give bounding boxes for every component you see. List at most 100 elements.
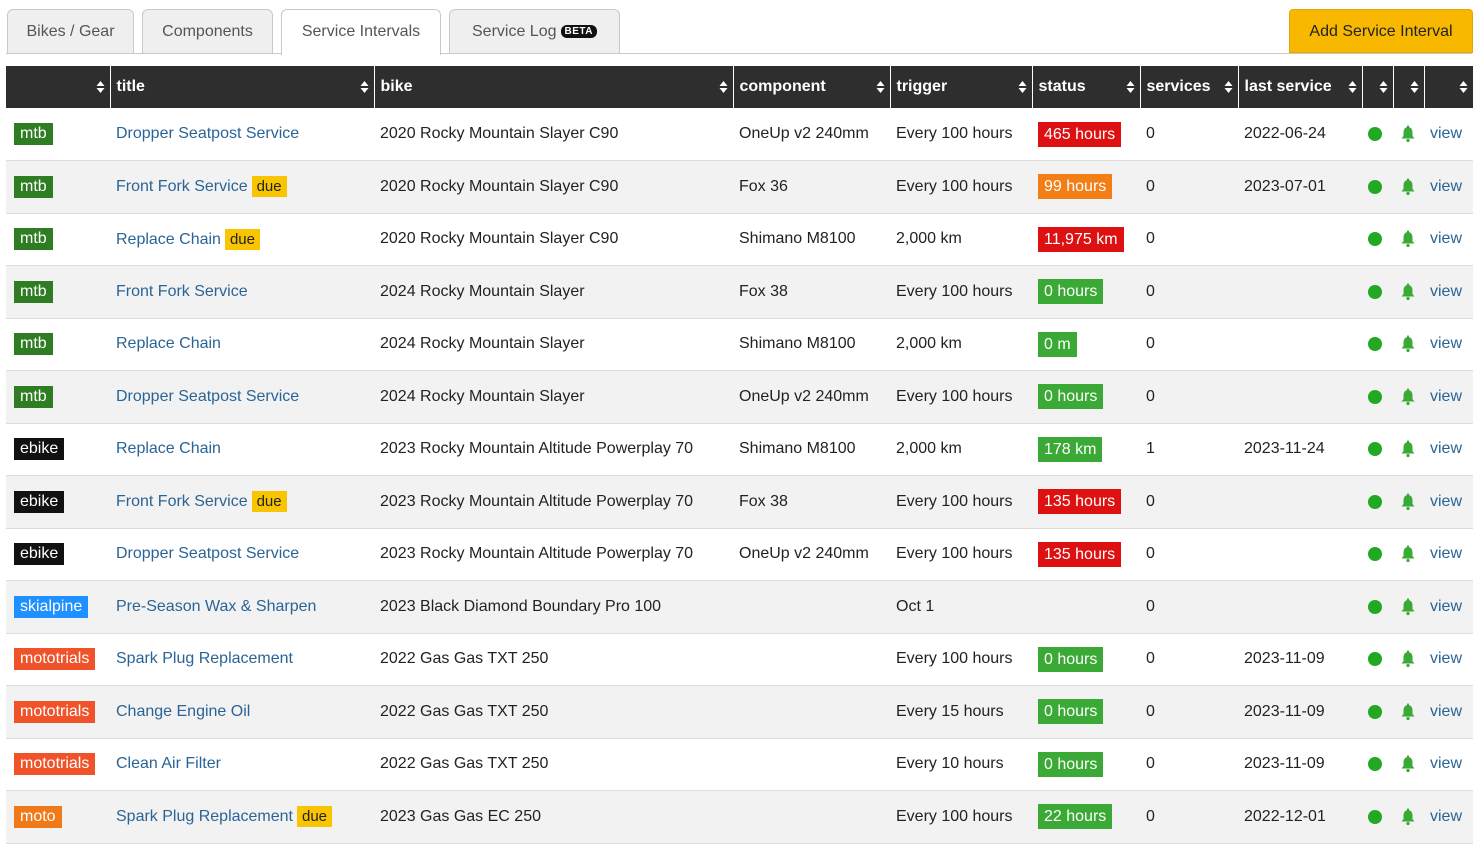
col-header-trigger[interactable]: trigger: [890, 66, 1033, 108]
bell-icon[interactable]: [1399, 230, 1417, 248]
bike-cell: 2024 Rocky Mountain Slayer: [380, 282, 585, 300]
tab-label: Components: [162, 23, 253, 40]
action-cell: view: [1424, 581, 1473, 634]
bell-icon[interactable]: [1399, 178, 1417, 196]
col-header-last-service[interactable]: last service: [1238, 66, 1363, 108]
title-cell: Front Fork Service due: [110, 476, 374, 529]
tab-service-log[interactable]: Service Log BETA: [449, 9, 620, 53]
interval-title-link[interactable]: Change Engine Oil: [116, 703, 250, 720]
col-header-type[interactable]: [6, 66, 111, 108]
interval-title-link[interactable]: Front Fork Service: [116, 493, 248, 510]
col-header-status[interactable]: status: [1032, 66, 1141, 108]
state-cell: [1362, 791, 1393, 844]
view-link[interactable]: view: [1430, 335, 1462, 352]
services-cell: 0: [1146, 282, 1155, 300]
action-cell: view: [1424, 266, 1473, 319]
view-link[interactable]: view: [1430, 125, 1462, 142]
view-link[interactable]: view: [1430, 755, 1462, 772]
last-service-cell: 2023-11-09: [1244, 755, 1325, 773]
notify-cell: [1393, 528, 1424, 581]
view-link[interactable]: view: [1430, 545, 1462, 562]
type-cell: ebike: [6, 528, 110, 581]
component-cell: [733, 633, 890, 686]
bell-icon[interactable]: [1399, 650, 1417, 668]
bell-icon[interactable]: [1399, 703, 1417, 721]
bell-icon[interactable]: [1399, 335, 1417, 353]
bike-cell: 2023 Rocky Mountain Altitude Powerplay 7…: [380, 545, 694, 563]
tab-bikes-gear[interactable]: Bikes / Gear: [7, 9, 134, 53]
view-link[interactable]: view: [1430, 650, 1462, 667]
view-link[interactable]: view: [1430, 230, 1462, 247]
interval-title-link[interactable]: Front Fork Service: [116, 283, 248, 300]
view-link[interactable]: view: [1430, 388, 1462, 405]
status-dot-icon: [1368, 442, 1382, 457]
tab-service-intervals[interactable]: Service Intervals: [281, 9, 441, 55]
bell-icon[interactable]: [1399, 598, 1417, 616]
state-cell: [1362, 686, 1393, 739]
component-cell: [733, 686, 890, 739]
interval-title-link[interactable]: Spark Plug Replacement: [116, 650, 293, 667]
col-header-component[interactable]: component: [733, 66, 891, 108]
view-link[interactable]: view: [1430, 178, 1462, 195]
table-row: ebike Front Fork Service due 2023 Rocky Mou…: [6, 475, 1473, 529]
tab-components[interactable]: Components: [142, 9, 273, 53]
interval-title-link[interactable]: Spark Plug Replacement: [116, 808, 293, 825]
view-link[interactable]: view: [1430, 493, 1462, 510]
view-link[interactable]: view: [1430, 283, 1462, 300]
view-link[interactable]: view: [1430, 703, 1462, 720]
component-cell: Fox 38: [739, 492, 788, 510]
notify-cell: [1393, 161, 1424, 214]
view-link[interactable]: view: [1430, 808, 1462, 825]
col-header-notify[interactable]: [1393, 66, 1425, 108]
bell-icon[interactable]: [1399, 545, 1417, 563]
col-header-title[interactable]: title: [110, 66, 375, 108]
bell-icon[interactable]: [1399, 755, 1417, 773]
services-cell: 0: [1146, 650, 1155, 668]
services-cell: 0: [1146, 125, 1155, 142]
action-cell: view: [1424, 318, 1473, 371]
notify-cell: [1393, 371, 1424, 424]
bell-icon[interactable]: [1399, 493, 1417, 511]
col-header-action[interactable]: [1424, 66, 1473, 108]
interval-title-link[interactable]: Clean Air Filter: [116, 755, 221, 772]
title-cell: Change Engine Oil: [110, 686, 374, 739]
bell-icon[interactable]: [1399, 808, 1417, 826]
bell-icon[interactable]: [1399, 125, 1417, 143]
status-cell: 135 hours: [1032, 476, 1140, 529]
status-cell: 178 km: [1032, 423, 1140, 476]
status-badge: 11,975 km: [1038, 226, 1124, 252]
col-header-state[interactable]: [1362, 66, 1394, 108]
type-badge: mtb: [14, 385, 53, 408]
col-header-bike[interactable]: bike: [374, 66, 734, 108]
bell-icon[interactable]: [1399, 388, 1417, 406]
last-service-cell: 2022-12-01: [1244, 807, 1326, 825]
title-cell: Dropper Seatpost Service: [110, 371, 374, 424]
title-cell: Pre-Season Wax & Sharpen: [110, 581, 374, 634]
interval-title-link[interactable]: Dropper Seatpost Service: [116, 545, 299, 562]
title-cell: Replace Chain due: [110, 213, 374, 266]
action-cell: view: [1424, 108, 1473, 161]
type-badge: mtb: [14, 228, 53, 251]
interval-title-link[interactable]: Replace Chain: [116, 335, 221, 352]
type-cell: mtb: [6, 266, 110, 319]
state-cell: [1362, 213, 1393, 266]
interval-title-link[interactable]: Front Fork Service: [116, 178, 248, 195]
status-badge: 178 km: [1038, 436, 1103, 462]
status-dot-icon: [1368, 704, 1382, 719]
bell-icon[interactable]: [1399, 440, 1417, 458]
view-link[interactable]: view: [1430, 598, 1462, 615]
action-cell: view: [1424, 213, 1473, 266]
bike-cell: 2024 Rocky Mountain Slayer: [380, 387, 585, 405]
bell-icon[interactable]: [1399, 283, 1417, 301]
view-link[interactable]: view: [1430, 440, 1462, 457]
state-cell: [1362, 371, 1393, 424]
add-service-interval-button[interactable]: Add Service Interval: [1289, 9, 1473, 53]
interval-title-link[interactable]: Pre-Season Wax & Sharpen: [116, 598, 316, 615]
last-service-cell: 2022-06-24: [1244, 125, 1326, 142]
interval-title-link[interactable]: Dropper Seatpost Service: [116, 388, 299, 405]
col-header-services[interactable]: services: [1140, 66, 1239, 108]
title-cell: Replace Chain: [110, 318, 374, 371]
interval-title-link[interactable]: Replace Chain: [116, 440, 221, 457]
interval-title-link[interactable]: Replace Chain: [116, 231, 221, 248]
interval-title-link[interactable]: Dropper Seatpost Service: [116, 125, 299, 142]
